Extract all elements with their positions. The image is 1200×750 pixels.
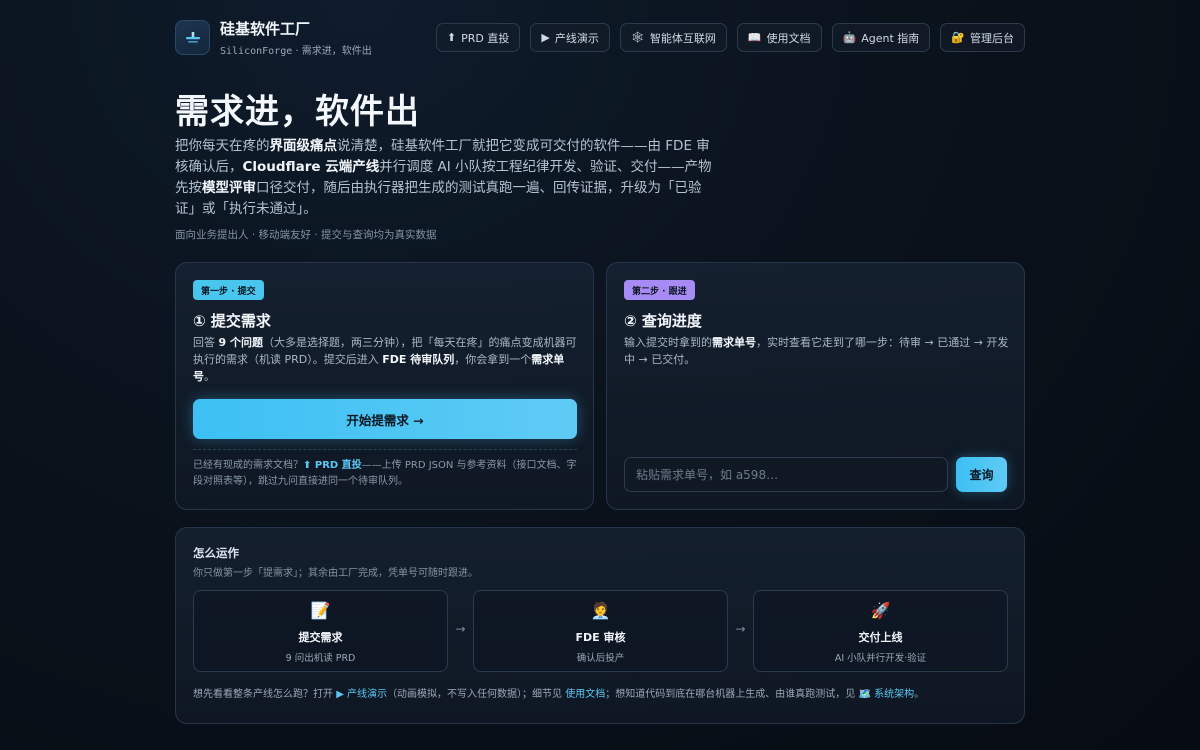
brand-subtitle: SiliconForge · 需求进，软件出 [220, 42, 372, 57]
lock-icon: 🔐 [951, 31, 965, 44]
foot-text: ；想知道代码到底在哪台机器上生成、由谁真跑测试，见 [605, 689, 859, 700]
demo-link[interactable]: ▶ 产线演示 [336, 689, 387, 700]
nav-agent-guide-button[interactable]: 🤖 Agent 指南 [831, 23, 931, 52]
header: 硅基软件工厂 SiliconForge · 需求进，软件出 ⬆ PRD 直投 ▶ 产… [175, 18, 1025, 58]
docs-link[interactable]: 使用文档 [565, 689, 605, 700]
step-title: FDE 审核 [575, 631, 626, 644]
step-subtitle: 9 问出机读 PRD [285, 653, 356, 664]
submit-card-text: 回答 9 个问题（大多是选择题，两三分钟），把「每天在疼」的痛点变成机器可执行的… [193, 334, 579, 385]
card-text-bold: 需求单号 [712, 336, 756, 349]
request-id-input[interactable] [624, 457, 948, 492]
architecture-link[interactable]: 🗺️ 系统架构 [858, 689, 914, 700]
query-button[interactable]: 查询 [956, 457, 1007, 492]
card-text-part: 回答 [193, 336, 219, 349]
web-icon: 🕸 [630, 31, 645, 44]
rocket-icon: 🚀 [870, 601, 891, 620]
submit-card-footnote: 已经有现成的需求文档？⬆ PRD 直投——上传 PRD JSON 与参考资料（接… [193, 458, 577, 490]
hero-desc-bold: 模型评审 [202, 180, 256, 196]
step-review: 🧑‍💼 FDE 审核 确认后投产 [473, 590, 728, 672]
nav-prd-upload-button[interactable]: ⬆ PRD 直投 [435, 23, 521, 52]
arrow-icon: → [455, 622, 466, 636]
nav-label: 管理后台 [970, 31, 1014, 45]
how-footnote: 想先看看整条产线怎么跑？打开 ▶ 产线演示（动画模拟，不写入任何数据）；细节见 … [193, 685, 1009, 700]
how-it-works-card: 怎么运作 你只做第一步「提需求」；其余由工厂完成，凭单号可随时跟进。 📝 提交需… [175, 527, 1025, 724]
nav-agent-web-button[interactable]: 🕸 智能体互联网 [619, 23, 727, 52]
anvil-icon [185, 31, 200, 43]
card-text-part: 。 [204, 370, 215, 383]
book-icon: 📖 [747, 31, 762, 44]
brand-sub-cn: 需求进，软件出 [301, 46, 372, 57]
play-icon: ▶ [541, 31, 550, 44]
nav-label: PRD 直投 [461, 31, 510, 45]
step-deliver: 🚀 交付上线 AI 小队并行开发·验证 [753, 590, 1008, 672]
card-text-bold: 9 个问题 [218, 336, 263, 349]
nav-label: 智能体互联网 [649, 31, 716, 45]
brand-sub-en: SiliconForge [220, 46, 293, 57]
nav-label: 使用文档 [766, 31, 811, 45]
step-subtitle: AI 小队并行开发·验证 [834, 653, 927, 664]
query-card: 第二步 · 跟进 ② 查询进度 输入提交时拿到的需求单号，实时查看它走到了哪一步… [606, 262, 1025, 510]
step-title: 提交需求 [298, 631, 343, 644]
hero-desc-text: 把你每天在疼的 [175, 138, 270, 154]
foot-text: 已经有现成的需求文档？ [193, 460, 303, 471]
foot-text: 想先看看整条产线怎么跑？打开 [193, 689, 337, 700]
step-submit: 📝 提交需求 9 问出机读 PRD [193, 590, 448, 672]
card-text-part: ，你会拿到一个 [454, 353, 532, 366]
nav-demo-button[interactable]: ▶ 产线演示 [530, 23, 610, 52]
foot-text: 。 [914, 689, 925, 700]
submit-card-title: ① 提交需求 [193, 312, 271, 330]
arrow-icon: → [735, 622, 746, 636]
foot-text: （动画模拟，不写入任何数据）；细节见 [387, 689, 566, 700]
how-title: 怎么运作 [193, 546, 239, 560]
nav-label: 产线演示 [554, 31, 599, 45]
step-subtitle: 确认后投产 [576, 653, 625, 664]
query-card-title: ② 查询进度 [624, 312, 702, 330]
step-two-badge: 第二步 · 跟进 [624, 280, 695, 300]
query-card-text: 输入提交时拿到的需求单号，实时查看它走到了哪一步：待审 → 已通过 → 开发中 … [624, 334, 1010, 368]
card-text-part: 输入提交时拿到的 [624, 336, 712, 349]
step-title: 交付上线 [858, 631, 903, 644]
nav-docs-button[interactable]: 📖 使用文档 [736, 23, 822, 52]
memo-icon: 📝 [310, 601, 331, 620]
logo[interactable] [175, 20, 210, 55]
divider [193, 449, 577, 450]
upload-icon: ⬆ [446, 31, 457, 44]
reviewer-icon: 🧑‍💼 [590, 601, 611, 620]
hero-meta: 面向业务提出人 · 移动端友好 · 提交与查询均为真实数据 [175, 229, 437, 241]
nav-label: Agent 指南 [861, 31, 920, 45]
hero-title: 需求进，软件出 [175, 92, 420, 132]
nav-admin-button[interactable]: 🔐 管理后台 [940, 23, 1025, 52]
how-subtitle: 你只做第一步「提需求」；其余由工厂完成，凭单号可随时跟进。 [193, 568, 478, 579]
top-nav: ⬆ PRD 直投 ▶ 产线演示 🕸 智能体互联网 📖 使用文档 🤖 Agent 指南 🔐 管… [435, 23, 1025, 52]
start-request-button[interactable]: 开始提需求 → [193, 399, 577, 439]
hero-desc-bold: 界面级痛点 [269, 138, 338, 154]
submit-card: 第一步 · 提交 ① 提交需求 回答 9 个问题（大多是选择题，两三分钟），把「… [175, 262, 594, 510]
hero-description: 把你每天在疼的界面级痛点说清楚，硅基软件工厂就把它变成可交付的软件——由 FDE… [175, 136, 715, 220]
prd-upload-link[interactable]: ⬆ PRD 直投 [303, 460, 362, 471]
robot-icon: 🤖 [842, 31, 857, 44]
process-steps: 📝 提交需求 9 问出机读 PRD → 🧑‍💼 FDE 审核 确认后投产 → 🚀… [193, 590, 1009, 672]
hero-desc-bold: Cloudflare 云端产线 [242, 159, 380, 175]
step-one-badge: 第一步 · 提交 [193, 280, 264, 300]
brand-title: 硅基软件工厂 [220, 20, 311, 38]
card-text-bold: FDE 待审队列 [382, 353, 455, 366]
brand-sub-sep: · [292, 46, 302, 57]
